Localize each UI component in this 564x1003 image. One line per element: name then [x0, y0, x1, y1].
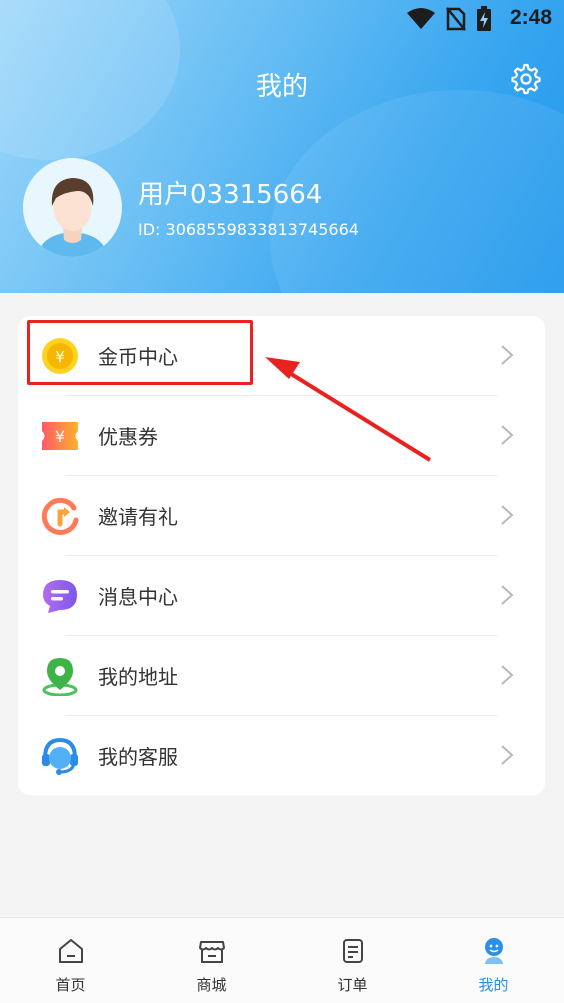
tab-label: 商城	[196, 976, 227, 994]
customer-service-icon	[42, 737, 78, 775]
home-icon	[59, 939, 83, 963]
profile-icon	[485, 938, 503, 964]
menu-item-label: 邀请有礼	[98, 505, 178, 529]
invite-icon	[41, 497, 79, 535]
tab-label: 订单	[337, 976, 368, 994]
status-bar: 2:48	[0, 0, 564, 38]
menu-item-coupon[interactable]: ¥ 优惠券	[18, 396, 545, 476]
tab-profile[interactable]: 我的	[423, 918, 564, 1003]
chevron-right-icon	[501, 505, 514, 525]
tab-home[interactable]: 首页	[0, 918, 141, 1003]
chevron-right-icon	[501, 425, 514, 445]
page-title: 我的	[255, 72, 308, 102]
wifi-icon	[407, 8, 435, 29]
chevron-right-icon	[501, 585, 514, 605]
highlight-box	[27, 320, 253, 385]
chevron-right-icon	[501, 345, 514, 365]
menu-item-label: 优惠券	[98, 425, 158, 449]
menu-item-customer-service[interactable]: 我的客服	[18, 716, 545, 796]
store-icon	[199, 941, 225, 963]
battery-charging-icon	[477, 6, 491, 31]
menu-item-invite[interactable]: 邀请有礼	[18, 476, 545, 556]
message-icon	[43, 580, 77, 613]
status-time: 2:48	[509, 6, 552, 29]
menu-item-messages[interactable]: 消息中心	[18, 556, 545, 636]
no-sim-icon	[446, 7, 466, 31]
order-icon	[343, 939, 363, 963]
chevron-right-icon	[501, 745, 514, 765]
tab-store[interactable]: 商城	[141, 918, 282, 1003]
menu-item-label: 我的地址	[98, 665, 178, 689]
tab-orders[interactable]: 订单	[282, 918, 423, 1003]
menu-card: ¥ 金币中心 ¥ 优惠券 邀请有礼 消息中心 我的地址 我的客服	[18, 316, 545, 795]
tab-label: 我的	[478, 976, 509, 994]
avatar-illustration	[23, 158, 122, 257]
menu-item-address[interactable]: 我的地址	[18, 636, 545, 716]
location-pin-icon	[42, 658, 78, 696]
svg-text:¥: ¥	[55, 427, 65, 446]
coupon-icon: ¥	[42, 422, 78, 450]
menu-item-label: 我的客服	[98, 745, 178, 769]
avatar[interactable]	[23, 158, 122, 257]
menu-item-label: 消息中心	[98, 585, 178, 609]
tab-label: 首页	[55, 976, 86, 994]
chevron-right-icon	[501, 665, 514, 685]
user-id: ID: 3068559833813745664	[138, 220, 359, 239]
username: 用户03315664	[138, 180, 323, 210]
profile-header: 2:48 我的 用户03315664 ID: 30685598338137456…	[0, 0, 564, 293]
gear-icon[interactable]	[510, 63, 542, 95]
bottom-tab-bar: 首页 商城 订单 我的	[0, 917, 564, 1003]
